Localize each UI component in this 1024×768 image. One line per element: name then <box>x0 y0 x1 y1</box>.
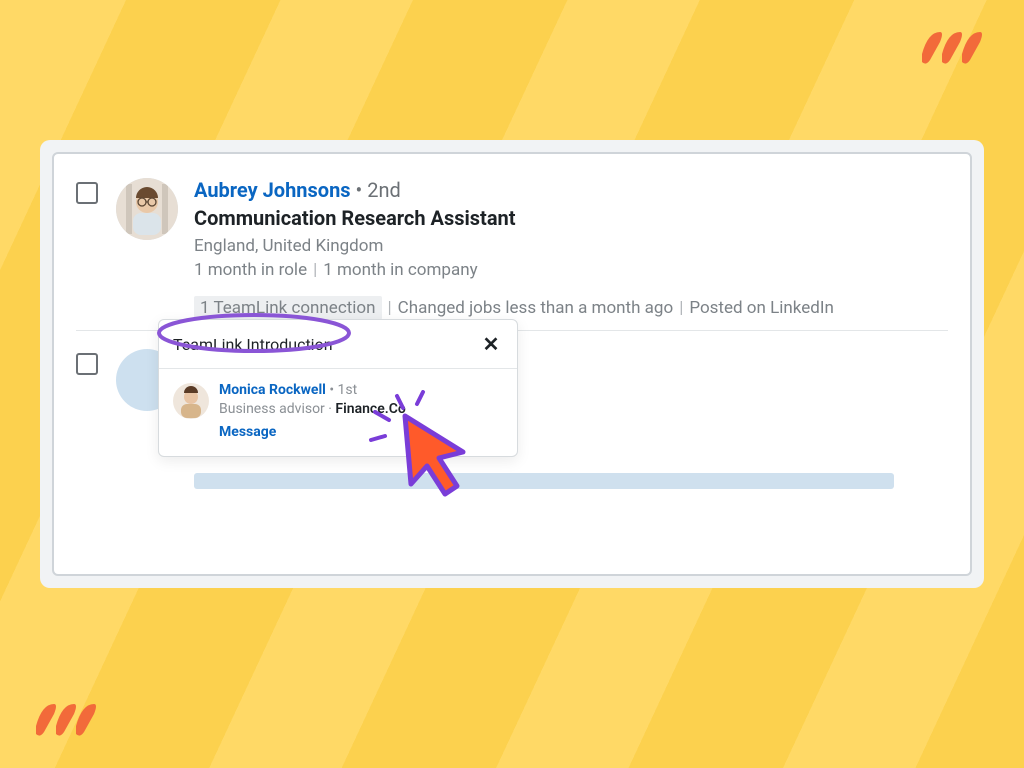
teamlink-contact-avatar[interactable] <box>173 383 209 419</box>
message-link[interactable]: Message <box>219 423 276 442</box>
signal-posted: Posted on LinkedIn <box>689 298 834 318</box>
brand-logo-top-right <box>914 18 994 68</box>
results-panel: Aubrey Johnsons • 2nd Communication Rese… <box>52 152 972 576</box>
profile-location: England, United Kingdom <box>194 236 948 256</box>
profile-title: Communication Research Assistant <box>194 206 948 230</box>
teamlink-contact-subtitle: Business advisor · Finance.Co <box>219 400 406 419</box>
connection-degree: • 2nd <box>351 178 401 202</box>
teamlink-contact-name-link[interactable]: Monica Rockwell <box>219 382 326 398</box>
profile-name-link[interactable]: Aubrey Johnsons <box>194 178 351 202</box>
profile-tenure: 1 month in role|1 month in company <box>194 260 948 280</box>
signal-jobchange: Changed jobs less than a month ago <box>398 298 674 318</box>
popover-title: TeamLink Introduction <box>173 335 333 354</box>
result-info: Aubrey Johnsons • 2nd Communication Rese… <box>194 178 948 318</box>
profile-avatar[interactable] <box>116 178 178 240</box>
search-result-row-placeholder: TeamLink Introduction ✕ Mo <box>76 331 948 489</box>
search-result-row: Aubrey Johnsons • 2nd Communication Rese… <box>76 154 948 318</box>
teamlink-contact-degree: • 1st <box>326 382 357 398</box>
signals-bar: 1 TeamLink connection|Changed jobs less … <box>194 298 948 318</box>
screenshot-frame: Aubrey Johnsons • 2nd Communication Rese… <box>40 140 984 588</box>
teamlink-popover: TeamLink Introduction ✕ Mo <box>158 319 518 457</box>
brand-logo-bottom-left <box>28 690 108 740</box>
select-result-checkbox[interactable] <box>76 182 98 204</box>
select-result-checkbox[interactable] <box>76 353 98 375</box>
signal-teamlink[interactable]: 1 TeamLink connection <box>194 296 382 320</box>
close-icon[interactable]: ✕ <box>479 332 503 356</box>
